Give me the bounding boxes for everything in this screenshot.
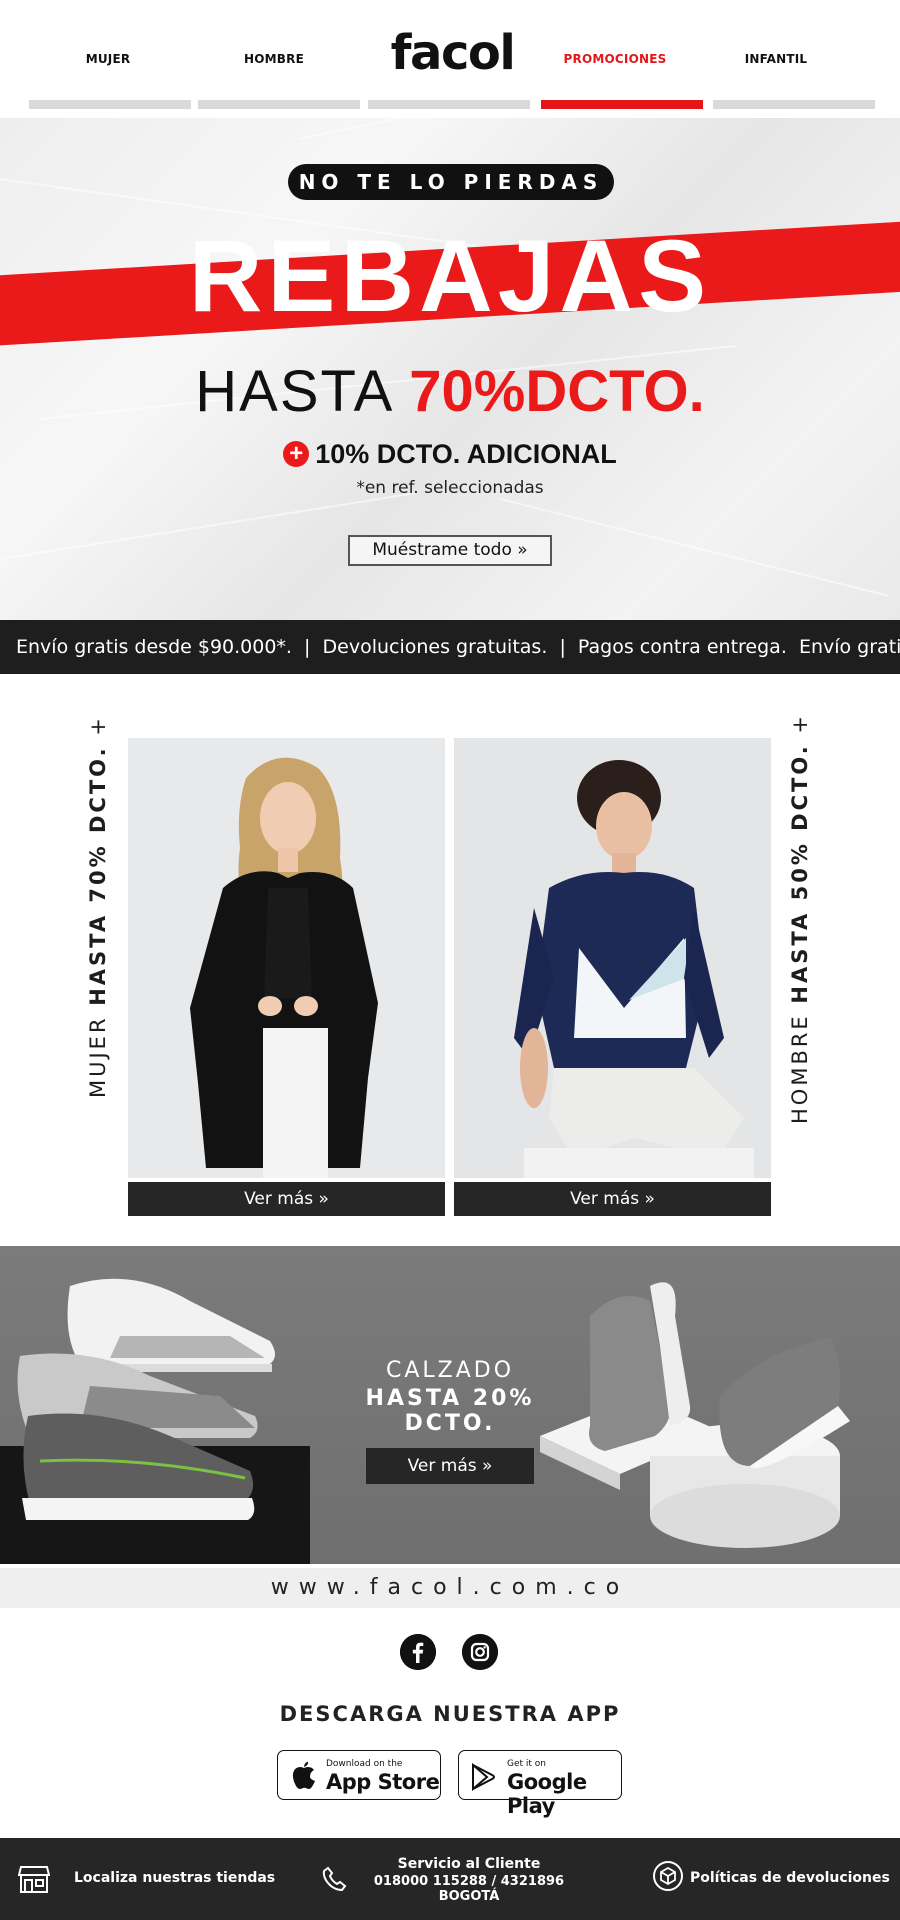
additional-discount: +10% DCTO. ADICIONAL	[0, 438, 900, 470]
nav-item-mujer[interactable]: MUJER	[23, 52, 193, 66]
no-te-lo-pierdas-pill: NO TE LO PIERDAS	[288, 164, 614, 200]
footwear-banner[interactable]: CALZADO HASTA 20% DCTO. Ver más »	[0, 1246, 900, 1564]
women-label-bold: HASTA 70% DCTO.	[86, 745, 110, 1006]
women-label-light: MUJER	[86, 1005, 110, 1098]
returns-policy-link[interactable]: Políticas de devoluciones	[690, 1870, 890, 1886]
facebook-icon[interactable]	[400, 1634, 436, 1670]
men-plus: +	[788, 713, 812, 744]
website-url[interactable]: www.facol.com.co	[0, 1568, 900, 1608]
discount-headline: HASTA 70%DCTO.	[0, 360, 900, 424]
facol-logo[interactable]: facol	[385, 24, 520, 82]
footwear-discount: HASTA 20% DCTO.	[365, 1386, 535, 1436]
nav-item-promociones[interactable]: PROMOCIONES	[530, 52, 700, 66]
hasta-text: HASTA	[195, 359, 392, 424]
women-product-image[interactable]	[128, 738, 445, 1178]
woman-model-illustration	[128, 738, 445, 1178]
download-app-title: DESCARGA NUESTRA APP	[279, 1702, 621, 1726]
store-locator[interactable]	[17, 1864, 51, 1894]
nav-underline-logo	[368, 100, 530, 109]
footer-bar: Localiza nuestras tiendas Servicio al Cl…	[0, 1838, 900, 1920]
selected-references-note: *en ref. seleccionadas	[356, 478, 544, 498]
google-play-icon	[472, 1763, 495, 1791]
ticker-text: Envío gratis desde $90.000*. | Devolucio…	[16, 636, 900, 658]
footwear-title: CALZADO	[385, 1358, 515, 1383]
benefits-ticker: Envío gratis desde $90.000*. | Devolucio…	[0, 620, 900, 674]
customer-service-title: Servicio al Cliente	[397, 1856, 541, 1872]
app-store-button[interactable]: Download on the App Store	[277, 1750, 441, 1800]
footwear-see-more-button[interactable]: Ver más »	[366, 1448, 534, 1484]
app-store-label: App Store	[326, 1770, 440, 1794]
man-model-illustration	[454, 738, 771, 1178]
men-product-image[interactable]	[454, 738, 771, 1178]
logo-text: facol	[390, 25, 516, 81]
nav-item-hombre[interactable]: HOMBRE	[189, 52, 359, 66]
nav-underline-mujer	[29, 100, 191, 109]
plus-icon: +	[283, 441, 310, 467]
google-play-button[interactable]: Get it on Google Play	[458, 1750, 622, 1818]
store-locator-link[interactable]: Localiza nuestras tiendas	[74, 1870, 275, 1886]
store-icon	[17, 1866, 51, 1893]
additional-discount-text: 10% DCTO. ADICIONAL	[315, 439, 617, 469]
rebajas-hero-banner[interactable]: NO TE LO PIERDAS REBAJAS HASTA 70%DCTO. …	[0, 118, 900, 620]
show-all-button[interactable]: Muéstrame todo »	[348, 535, 552, 566]
discount-value: 70%DCTO.	[409, 359, 705, 424]
men-label-bold: HASTA 50% DCTO.	[788, 743, 812, 1004]
rebajas-headline: REBAJAS	[188, 226, 712, 312]
nav-underline-infantil	[713, 100, 875, 109]
men-see-more-button[interactable]: Ver más »	[454, 1182, 771, 1216]
women-discount-label: MUJER HASTA 70% DCTO. +	[86, 715, 110, 1098]
box-icon	[652, 1860, 684, 1892]
nav-underline-hombre	[198, 100, 360, 109]
top-navigation: MUJER HOMBRE facol PROMOCIONES INFANTIL	[0, 0, 900, 118]
customer-service-phone[interactable]: 018000 115288 / 4321896 BOGOTÁ	[354, 1874, 584, 1904]
google-play-small-text: Get it on	[507, 1759, 547, 1769]
women-see-more-button[interactable]: Ver más »	[128, 1182, 445, 1216]
app-store-small-text: Download on the	[326, 1759, 403, 1769]
phone-icon	[322, 1866, 348, 1892]
apple-icon	[292, 1761, 315, 1789]
men-label-light: HOMBRE	[788, 1003, 812, 1124]
women-plus: +	[86, 715, 110, 746]
nav-item-infantil[interactable]: INFANTIL	[691, 52, 861, 66]
nav-underline-promociones	[541, 100, 703, 109]
instagram-icon[interactable]	[462, 1634, 498, 1670]
men-discount-label: HOMBRE HASTA 50% DCTO. +	[788, 713, 812, 1124]
google-play-label: Google Play	[507, 1770, 587, 1818]
